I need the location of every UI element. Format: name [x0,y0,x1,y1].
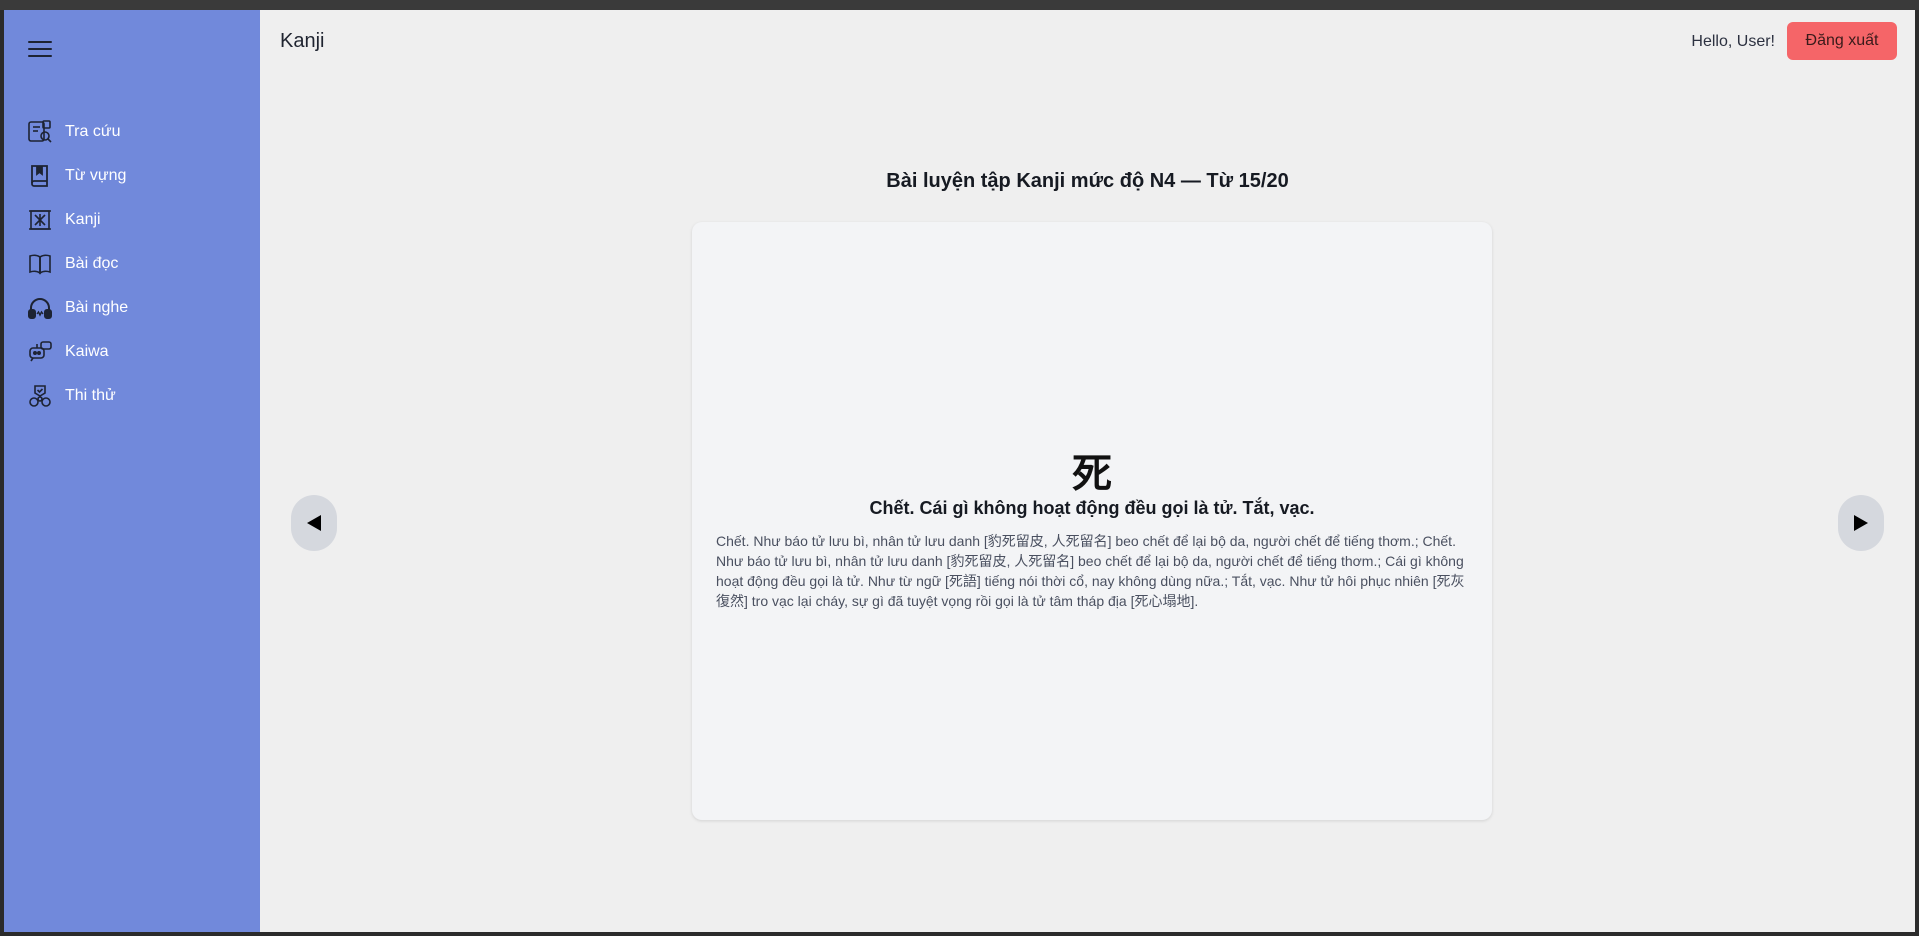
hamburger-menu-icon[interactable] [28,36,56,60]
sidebar-item-label: Từ vựng [65,167,127,184]
user-greeting: Hello, User! [1691,33,1775,50]
robot-chat-icon [27,339,53,365]
sidebar-item-label: Tra cứu [65,123,121,140]
sidebar-item-bai-doc[interactable]: Bài đọc [4,242,260,286]
logout-button[interactable]: Đăng xuất [1787,22,1897,60]
flashcard[interactable]: 死 Chết. Cái gì không hoạt động đều gọi l… [692,222,1492,820]
sidebar-item-label: Kanji [65,211,101,228]
sidebar-item-thi-thu[interactable]: Thi thử [4,374,260,418]
browser-tab-strip [0,0,1919,10]
sidebar-item-label: Bài nghe [65,299,129,316]
previous-button[interactable] [291,495,337,551]
triangle-left-icon [307,515,321,531]
kanji-meaning: Chết. Cái gì không hoạt động đều gọi là … [869,498,1315,518]
sidebar: Tra cứu Từ vựng Kanji Bài đọc Bài nghe K… [4,10,260,932]
lesson-title: Bài luyện tập Kanji mức độ N4 — Từ 15/20 [886,170,1289,192]
bookmark-book-icon [27,163,53,189]
top-bar: Kanji Hello, User! Đăng xuất [260,10,1915,74]
open-book-icon [27,251,53,277]
app-window: Tra cứu Từ vựng Kanji Bài đọc Bài nghe K… [4,10,1915,932]
dictionary-search-icon [27,119,53,145]
sidebar-item-kanji[interactable]: Kanji [4,198,260,242]
main-content: Kanji Hello, User! Đăng xuất Bài luyện t… [260,10,1915,932]
sidebar-item-label: Bài đọc [65,255,119,272]
sidebar-item-label: Kaiwa [65,343,109,360]
triangle-right-icon [1854,515,1868,531]
flashcard-content: 死 Chết. Cái gì không hoạt động đều gọi l… [716,452,1468,611]
sidebar-item-label: Thi thử [65,387,116,404]
kanji-frame-icon [27,207,53,233]
sidebar-item-kaiwa[interactable]: Kaiwa [4,330,260,374]
kanji-character: 死 [1072,451,1112,497]
headphones-icon [27,295,53,321]
sidebar-item-bai-nghe[interactable]: Bài nghe [4,286,260,330]
sidebar-item-tu-vung[interactable]: Từ vựng [4,154,260,198]
next-button[interactable] [1838,495,1884,551]
sidebar-nav: Tra cứu Từ vựng Kanji Bài đọc Bài nghe K… [4,110,260,418]
kanji-description: Chết. Như báo tử lưu bì, nhân tử lưu dan… [716,533,1465,609]
sidebar-item-tra-cuu[interactable]: Tra cứu [4,110,260,154]
exam-badge-icon [27,383,53,409]
page-title: Kanji [280,30,325,52]
